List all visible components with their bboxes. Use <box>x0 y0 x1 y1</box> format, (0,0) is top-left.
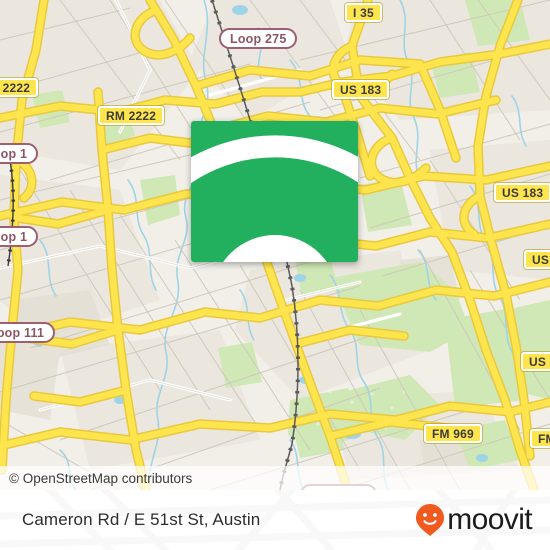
moovit-map-screen: I 35 Loop 275 US 183 RM 2222 RM 2222 Loo… <box>0 0 550 550</box>
road-shield-loop111-left: Loop 111 <box>0 322 56 343</box>
footer-content: Cameron Rd / E 51st St, Austin moovit <box>0 490 550 550</box>
road-shield-us183-top: US 183 <box>332 80 390 99</box>
osm-attribution-text: © OpenStreetMap contributors <box>9 470 193 486</box>
road-shield-us183-right: US 183 <box>524 250 550 269</box>
location-title: Cameron Rd / E 51st St, Austin <box>22 510 261 529</box>
footer-bar: Cameron Rd / E 51st St, Austin moovit <box>0 490 550 550</box>
road-shield-i35: I 35 <box>345 3 382 22</box>
popup-icon-area <box>191 121 358 262</box>
road-shield-loop275: Loop 275 <box>219 28 298 49</box>
road-shield-rm2222-left: RM 2222 <box>0 78 39 97</box>
road-shield-us183-low: US 183 <box>521 352 550 371</box>
road-shield-loop1-upper: Loop 1 <box>0 143 39 164</box>
road-shield-fm969-right: FM 969 <box>530 429 550 448</box>
moovit-wordmark: moovit <box>447 503 532 536</box>
moovit-logo[interactable]: moovit <box>415 503 533 537</box>
map-pin-icon <box>191 121 358 262</box>
road-shield-rm2222: RM 2222 <box>98 106 165 125</box>
road-shield-loop1-lower: Loop 1 <box>0 226 39 247</box>
map-canvas[interactable]: I 35 Loop 275 US 183 RM 2222 RM 2222 Loo… <box>0 0 550 490</box>
osm-attribution[interactable]: © OpenStreetMap contributors <box>0 466 550 490</box>
road-shield-us183-mid: US 183 <box>494 183 550 202</box>
road-shield-fm969: FM 969 <box>424 424 482 443</box>
take-me-there-popup[interactable]: Take me there <box>191 121 358 262</box>
moovit-smiley-pin-icon <box>415 503 445 537</box>
